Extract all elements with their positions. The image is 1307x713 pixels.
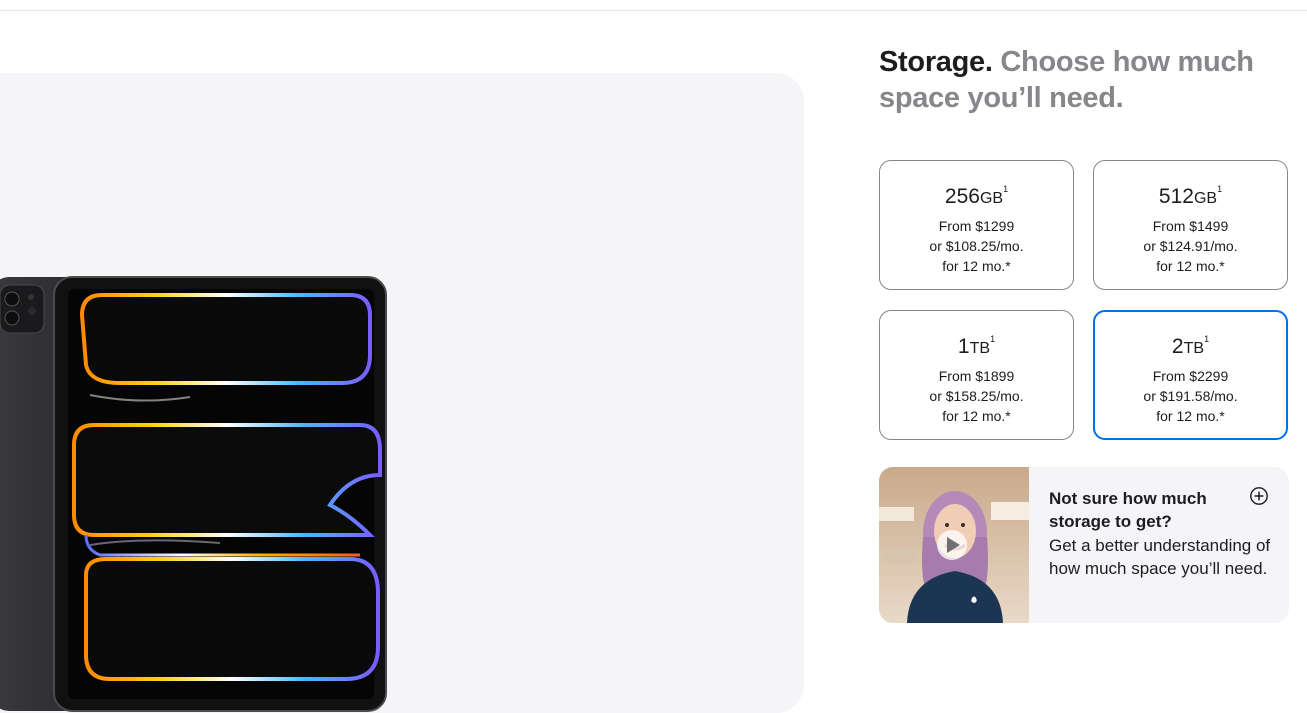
price-term: for 12 mo.* xyxy=(942,258,1011,274)
price-block: From $1299 or $108.25/mo. for 12 mo.* xyxy=(880,216,1073,276)
price-from: From $1299 xyxy=(938,218,1015,234)
heading-strong: Storage. xyxy=(879,46,993,78)
storage-option-512gb[interactable]: 512GB1 From $1499 or $124.91/mo. for 12 … xyxy=(1093,160,1288,290)
ipad-pro-image xyxy=(0,276,387,712)
storage-help-card[interactable]: Not sure how much storage to get? Get a … xyxy=(879,467,1289,623)
price-term: for 12 mo.* xyxy=(1156,258,1225,274)
capacity-label: 2TB1 xyxy=(1171,334,1210,358)
storage-heading: Storage. Choose how much space you’ll ne… xyxy=(879,44,1279,116)
help-card-title: Not sure how much storage to get? xyxy=(1049,489,1207,531)
storage-option-2tb[interactable]: 2TB1 From $2299 or $191.58/mo. for 12 mo… xyxy=(1093,310,1288,440)
capacity-label: 512GB1 xyxy=(1158,184,1223,208)
product-gallery xyxy=(0,73,804,713)
price-block: From $2299 or $191.58/mo. for 12 mo.* xyxy=(1095,366,1286,426)
price-monthly: or $124.91/mo. xyxy=(1143,238,1238,254)
help-card-description: Get a better understanding of how much s… xyxy=(1049,536,1271,578)
top-divider xyxy=(0,10,1307,11)
price-monthly: or $158.25/mo. xyxy=(929,388,1024,404)
price-term: for 12 mo.* xyxy=(1156,408,1225,424)
price-block: From $1499 or $124.91/mo. for 12 mo.* xyxy=(1094,216,1287,276)
storage-option-256gb[interactable]: 256GB1 From $1299 or $108.25/mo. for 12 … xyxy=(879,160,1074,290)
price-from: From $1899 xyxy=(938,368,1015,384)
price-monthly: or $191.58/mo. xyxy=(1143,388,1238,404)
price-from: From $2299 xyxy=(1152,368,1229,384)
capacity-label: 256GB1 xyxy=(944,184,1009,208)
plus-circle-icon[interactable] xyxy=(1249,486,1269,506)
price-block: From $1899 or $158.25/mo. for 12 mo.* xyxy=(880,366,1073,426)
storage-option-1tb[interactable]: 1TB1 From $1899 or $158.25/mo. for 12 mo… xyxy=(879,310,1074,440)
price-term: for 12 mo.* xyxy=(942,408,1011,424)
play-icon[interactable] xyxy=(937,530,967,560)
price-from: From $1499 xyxy=(1152,218,1229,234)
price-monthly: or $108.25/mo. xyxy=(929,238,1024,254)
capacity-label: 1TB1 xyxy=(957,334,996,358)
video-thumbnail[interactable] xyxy=(879,467,1029,623)
